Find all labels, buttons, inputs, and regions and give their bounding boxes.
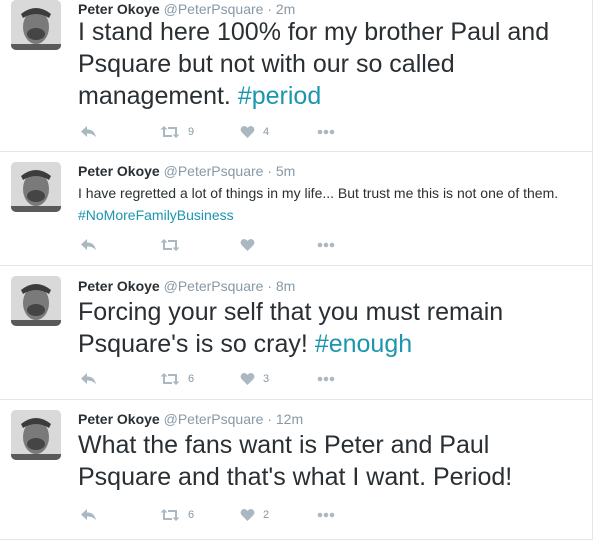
reply-button[interactable] xyxy=(80,235,97,255)
heart-icon xyxy=(240,508,255,521)
author-name[interactable]: Peter Okoye xyxy=(78,411,160,427)
retweet-count: 9 xyxy=(188,126,195,138)
more-icon xyxy=(317,129,335,135)
timestamp[interactable]: 2m xyxy=(276,1,295,17)
reply-icon xyxy=(81,126,96,137)
like-count: 3 xyxy=(263,373,270,385)
retweet-icon xyxy=(160,239,180,251)
avatar[interactable] xyxy=(11,0,61,50)
author-name[interactable]: Peter Okoye xyxy=(78,278,160,294)
more-button[interactable] xyxy=(317,235,335,255)
more-icon xyxy=(317,376,335,382)
tweet-text: I have regretted a lot of things in my l… xyxy=(78,182,588,226)
tweet[interactable]: Peter Okoye @PeterPsquare · 8m Forcing y… xyxy=(0,266,592,400)
author-handle[interactable]: @PeterPsquare xyxy=(164,278,264,294)
like-button[interactable]: 4 xyxy=(240,122,269,142)
avatar[interactable] xyxy=(11,276,61,326)
like-button[interactable] xyxy=(240,235,263,255)
separator: · xyxy=(267,163,272,179)
retweet-icon xyxy=(160,126,180,138)
author-handle[interactable]: @PeterPsquare xyxy=(164,1,264,17)
timestamp[interactable]: 8m xyxy=(276,278,295,294)
reply-icon xyxy=(81,239,96,250)
more-button[interactable] xyxy=(317,122,335,142)
retweet-count: 6 xyxy=(188,509,195,521)
retweet-button[interactable]: 6 xyxy=(160,369,194,389)
timestamp[interactable]: 12m xyxy=(276,411,303,427)
like-count: 2 xyxy=(263,509,270,521)
more-button[interactable] xyxy=(317,369,335,389)
heart-icon xyxy=(240,238,255,251)
tweet-header: Peter Okoye @PeterPsquare · 5m xyxy=(78,162,295,180)
author-name[interactable]: Peter Okoye xyxy=(78,1,160,17)
retweet-icon xyxy=(160,373,180,385)
hashtag-link[interactable]: #period xyxy=(238,82,321,110)
like-button[interactable]: 2 xyxy=(240,505,269,525)
retweet-icon xyxy=(160,509,180,521)
reply-button[interactable] xyxy=(80,505,97,525)
retweet-button[interactable]: 9 xyxy=(160,122,194,142)
separator: · xyxy=(267,1,272,17)
tweet-body: Forcing your self that you must remain P… xyxy=(78,298,504,358)
reply-button[interactable] xyxy=(80,122,97,142)
like-button[interactable]: 3 xyxy=(240,369,269,389)
author-handle[interactable]: @PeterPsquare xyxy=(164,163,264,179)
tweet-body: What the fans want is Peter and Paul Psq… xyxy=(78,431,513,491)
tweet-text: What the fans want is Peter and Paul Psq… xyxy=(78,429,588,493)
tweet-body: I have regretted a lot of things in my l… xyxy=(78,185,559,201)
hashtag-link[interactable]: #enough xyxy=(315,330,412,358)
reply-button[interactable] xyxy=(80,369,97,389)
retweet-count: 6 xyxy=(188,373,195,385)
tweet[interactable]: Peter Okoye @PeterPsquare · 2m I stand h… xyxy=(0,0,592,152)
heart-icon xyxy=(240,372,255,385)
avatar[interactable] xyxy=(11,162,61,212)
heart-icon xyxy=(240,125,255,138)
retweet-button[interactable] xyxy=(160,235,188,255)
tweet-header: Peter Okoye @PeterPsquare · 8m xyxy=(78,277,295,295)
timestamp[interactable]: 5m xyxy=(276,163,295,179)
avatar[interactable] xyxy=(11,410,61,460)
tweet[interactable]: Peter Okoye @PeterPsquare · 5m I have re… xyxy=(0,152,592,266)
more-button[interactable] xyxy=(317,505,335,525)
tweet-text: Forcing your self that you must remain P… xyxy=(78,296,588,360)
hashtag-link[interactable]: #NoMoreFamilyBusiness xyxy=(78,207,234,223)
more-icon xyxy=(317,512,335,518)
author-handle[interactable]: @PeterPsquare xyxy=(164,411,264,427)
tweet-text: I stand here 100% for my brother Paul an… xyxy=(78,16,588,112)
separator: · xyxy=(267,411,272,427)
tweet-header: Peter Okoye @PeterPsquare · 12m xyxy=(78,410,303,428)
retweet-button[interactable]: 6 xyxy=(160,505,194,525)
author-name[interactable]: Peter Okoye xyxy=(78,163,160,179)
more-icon xyxy=(317,242,335,248)
separator: · xyxy=(267,278,272,294)
reply-icon xyxy=(81,509,96,520)
reply-icon xyxy=(81,373,96,384)
tweet[interactable]: Peter Okoye @PeterPsquare · 12m What the… xyxy=(0,400,592,540)
like-count: 4 xyxy=(263,126,270,138)
feed-divider xyxy=(592,0,593,540)
